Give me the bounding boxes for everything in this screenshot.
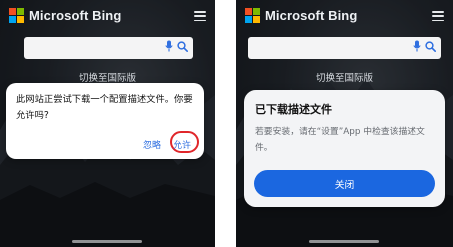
right-phone-screen: Microsoft Bing 切换至国际版 已下载描述文件 若要安装，请在“设置… <box>236 0 453 247</box>
brand-name: Microsoft Bing <box>265 8 358 23</box>
search-input[interactable] <box>248 37 441 59</box>
microphone-icon[interactable] <box>165 40 173 52</box>
search-icon[interactable] <box>425 40 436 52</box>
switch-region-link[interactable]: 切换至国际版 <box>0 70 215 84</box>
microsoft-logo-icon <box>245 8 260 23</box>
search-input[interactable] <box>24 37 193 59</box>
hamburger-menu-icon[interactable] <box>194 11 206 21</box>
screenshot-pair: Microsoft Bing 切换至国际版 此网站正尝试下载一个配置描述文件。你… <box>0 0 453 247</box>
dialog-message: 若要安装，请在“设置”App 中检查该描述文件。 <box>255 127 425 153</box>
bing-logo[interactable]: Microsoft Bing <box>245 8 357 23</box>
home-indicator[interactable] <box>309 240 379 243</box>
close-button[interactable]: 关闭 <box>254 170 435 197</box>
allow-button[interactable]: 允许 <box>173 138 191 151</box>
search-icon[interactable] <box>177 40 188 52</box>
left-phone-screen: Microsoft Bing 切换至国际版 此网站正尝试下载一个配置描述文件。你… <box>0 0 215 247</box>
home-indicator[interactable] <box>72 240 142 243</box>
bing-logo[interactable]: Microsoft Bing <box>9 8 121 23</box>
profile-downloaded-dialog: 已下载描述文件 若要安装，请在“设置”App 中检查该描述文件。 关闭 <box>244 90 445 207</box>
hamburger-menu-icon[interactable] <box>432 11 444 21</box>
download-permission-dialog: 此网站正尝试下载一个配置描述文件。你要允许吗? 忽略 允许 <box>6 83 204 159</box>
microsoft-logo-icon <box>9 8 24 23</box>
dialog-message: 此网站正尝试下载一个配置描述文件。你要允许吗? <box>16 94 193 121</box>
switch-region-link[interactable]: 切换至国际版 <box>236 70 453 84</box>
dialog-title: 已下载描述文件 <box>255 103 332 116</box>
ignore-button[interactable]: 忽略 <box>143 138 161 151</box>
brand-name: Microsoft Bing <box>29 8 122 23</box>
microphone-icon[interactable] <box>413 40 421 52</box>
